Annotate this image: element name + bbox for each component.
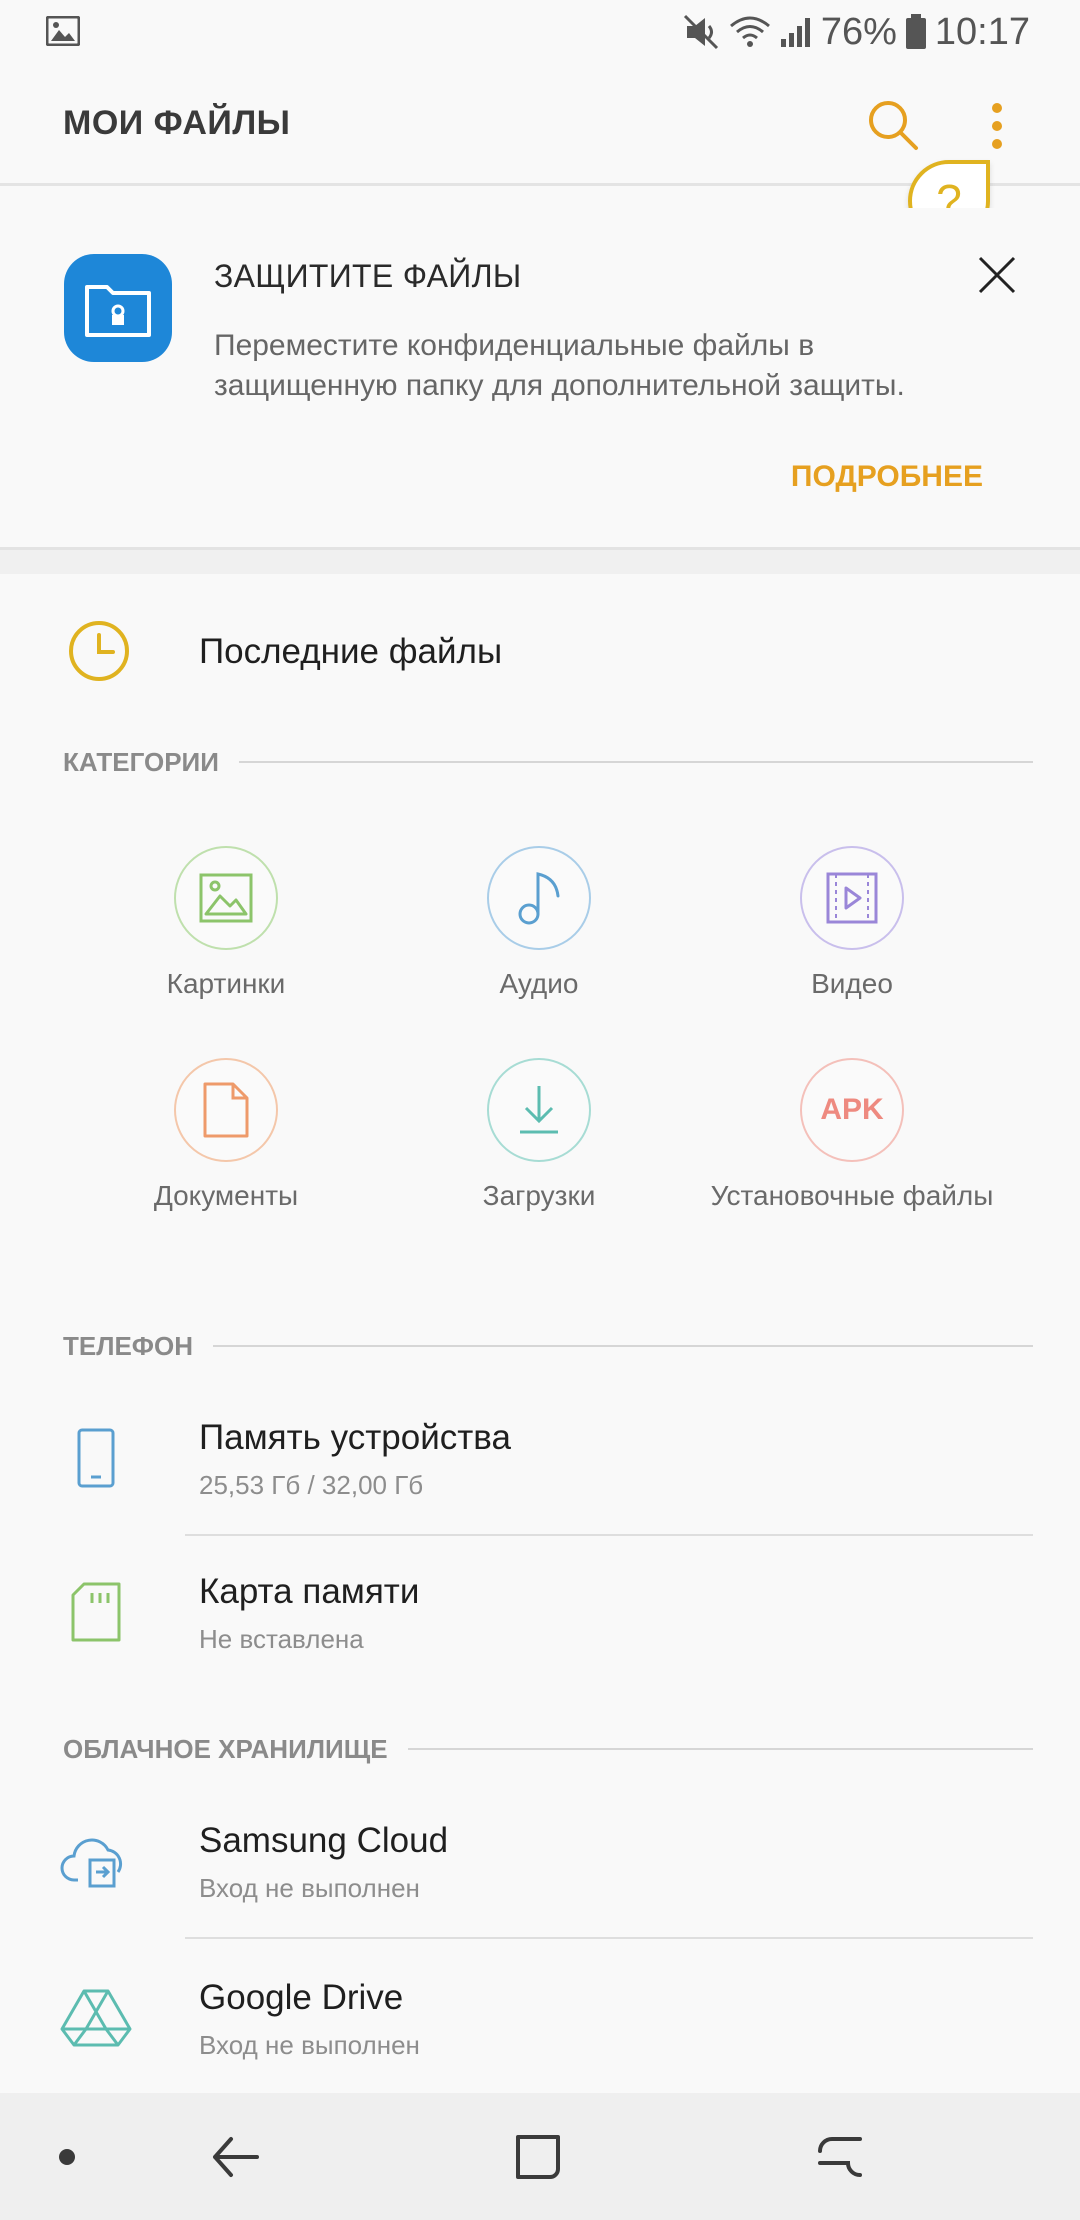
category-documents[interactable]: Документы [71, 1058, 381, 1212]
close-button[interactable] [972, 250, 1022, 300]
category-images[interactable]: Картинки [71, 846, 381, 1000]
battery-icon [905, 14, 927, 50]
status-indicators: 76% 10:17 [681, 8, 1030, 56]
device-storage-row[interactable]: Память устройства 25,53 Гб / 32,00 Гб [0, 1392, 1080, 1532]
home-button[interactable] [508, 2129, 568, 2185]
back-icon [213, 2137, 259, 2177]
row-subtitle: 25,53 Гб / 32,00 Гб [199, 1470, 424, 1500]
row-title: Samsung Cloud [199, 1821, 449, 1860]
dot-icon [59, 2149, 75, 2165]
status-bar: 76% 10:17 [0, 0, 1080, 64]
signal-icon [779, 15, 813, 49]
categories-header: КАТЕГОРИИ [63, 742, 1033, 782]
more-options-button[interactable] [972, 94, 1022, 158]
navigation-bar [0, 2093, 1080, 2220]
download-icon [487, 1058, 591, 1162]
promo-title: ЗАЩИТИТЕ ФАЙЛЫ [214, 258, 522, 294]
category-video[interactable]: Видео [697, 846, 1007, 1000]
samsung-cloud-icon [60, 1825, 132, 1897]
divider [185, 1937, 1033, 1939]
phone-header: ТЕЛЕФОН [63, 1326, 1033, 1366]
card-separator [0, 550, 1080, 574]
secure-folder-card: ЗАЩИТИТЕ ФАЙЛЫ Переместите конфиденциаль… [0, 208, 1080, 550]
memory-card-row[interactable]: Карта памяти Не вставлена [0, 1546, 1080, 1686]
divider [407, 1748, 1033, 1750]
category-label: Аудио [499, 968, 579, 999]
divider [185, 1534, 1033, 1536]
image-icon [174, 846, 278, 950]
section-title: ОБЛАЧНОЕ ХРАНИЛИЩЕ [63, 1733, 388, 1764]
category-label: Установочные файлы [710, 1180, 994, 1211]
row-subtitle: Не вставлена [199, 1624, 364, 1654]
section-title: КАТЕГОРИИ [63, 746, 219, 777]
category-apk[interactable]: APK Установочные файлы [697, 1058, 1007, 1212]
recent-files-label: Последние файлы [199, 632, 503, 671]
secure-folder-icon [64, 254, 172, 362]
close-icon [978, 256, 1016, 294]
divider [238, 761, 1033, 763]
more-vert-icon [992, 103, 1002, 149]
back-button[interactable] [206, 2129, 266, 2185]
row-subtitle: Вход не выполнен [199, 2030, 420, 2060]
apk-badge: APK [820, 1093, 884, 1126]
recents-button[interactable] [810, 2129, 870, 2185]
category-downloads[interactable]: Загрузки [384, 1058, 694, 1212]
clock: 10:17 [934, 10, 1030, 53]
cloud-storage-header: ОБЛАЧНОЕ ХРАНИЛИЩЕ [63, 1729, 1033, 1769]
document-icon [174, 1058, 278, 1162]
video-icon [800, 846, 904, 950]
learn-more-button[interactable]: ПОДРОБНЕЕ [791, 460, 983, 494]
clock-icon [66, 618, 132, 689]
page-title: МОИ ФАЙЛЫ [63, 104, 291, 142]
row-subtitle: Вход не выполнен [199, 1873, 420, 1903]
category-label: Видео [811, 968, 893, 999]
phone-icon [60, 1422, 132, 1494]
nav-dot-button[interactable] [52, 2129, 82, 2185]
category-audio[interactable]: Аудио [384, 846, 694, 1000]
row-title: Google Drive [199, 1978, 404, 2017]
section-title: ТЕЛЕФОН [63, 1330, 193, 1361]
mute-icon [681, 12, 721, 52]
search-icon [869, 101, 918, 150]
category-label: Картинки [166, 968, 286, 999]
google-drive-row[interactable]: Google Drive Вход не выполнен [0, 1952, 1080, 2092]
search-button[interactable] [862, 94, 926, 158]
google-drive-icon [60, 1982, 132, 2054]
home-icon [516, 2135, 560, 2179]
app-bar: МОИ ФАЙЛЫ [0, 64, 1080, 186]
divider [213, 1345, 1033, 1347]
sd-card-icon [60, 1576, 132, 1648]
wifi-icon [729, 14, 771, 50]
row-title: Память устройства [199, 1418, 511, 1457]
samsung-cloud-row[interactable]: Samsung Cloud Вход не выполнен [0, 1795, 1080, 1935]
promo-description: Переместите конфиденциальные файлы в защ… [214, 329, 905, 402]
apk-icon: APK [800, 1058, 904, 1162]
battery-percent: 76% [820, 10, 897, 53]
category-label: Документы [153, 1180, 299, 1211]
category-label: Загрузки [482, 1180, 596, 1211]
gallery-notification-icon [45, 15, 81, 51]
row-title: Карта памяти [199, 1572, 420, 1611]
recent-files-row[interactable]: Последние файлы [0, 596, 1080, 706]
music-note-icon [487, 846, 591, 950]
recents-icon [818, 2137, 862, 2177]
